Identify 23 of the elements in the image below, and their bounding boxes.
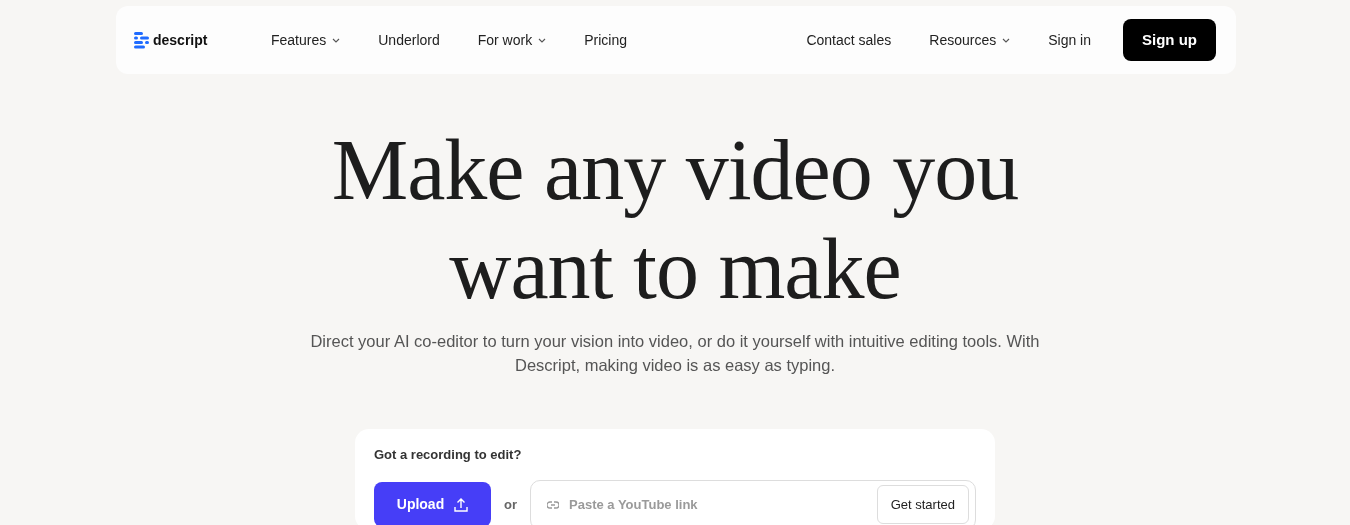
nav-link[interactable]: Sign in: [1048, 29, 1091, 51]
nav-menu-link[interactable]: Resources: [929, 29, 1011, 51]
chevron-down-icon: [538, 37, 547, 43]
nav-link[interactable]: Underlord: [378, 29, 440, 51]
youtube-link-field[interactable]: Paste a YouTube link Get started: [530, 479, 976, 525]
headline-line: Make any video you: [330, 121, 1020, 220]
link-icon: [547, 500, 559, 509]
get-started-button[interactable]: Get started: [876, 484, 969, 525]
chevron-down-icon: [1002, 37, 1011, 43]
headline-line: want to make: [448, 220, 902, 319]
hero-subtitle: Direct your AI co-editor to turn your vision into video, or do it yourself with intuitive editing tools. With Descript, making video is as easy as typing.: [309, 331, 1041, 376]
sign-up-button[interactable]: Sign up: [1123, 18, 1216, 62]
nav-menu-link[interactable]: For work: [477, 29, 547, 51]
logo-icon: [134, 31, 149, 49]
nav-link[interactable]: Contact sales: [806, 29, 892, 51]
upload-button[interactable]: Upload: [374, 482, 491, 525]
brand-name[interactable]: descript: [153, 29, 208, 51]
chevron-down-icon: [332, 37, 341, 43]
nav-menu-link[interactable]: Features: [271, 29, 341, 51]
card-title: Got a recording to edit?: [374, 446, 523, 464]
nav-link[interactable]: Pricing: [584, 29, 627, 51]
or-separator: or: [504, 495, 517, 514]
upload-icon: [454, 497, 469, 512]
